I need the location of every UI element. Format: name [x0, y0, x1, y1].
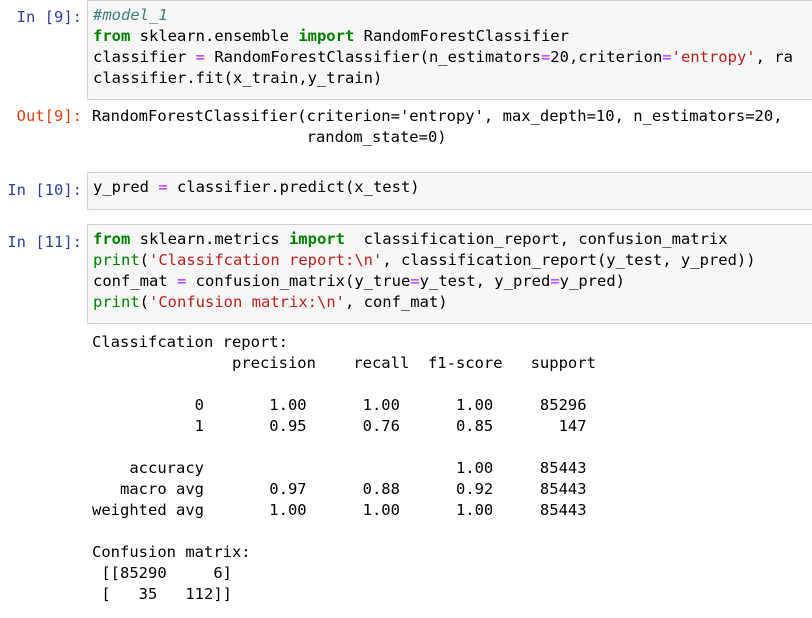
code-line: classifier.fit(x_train,y_train) [93, 69, 383, 87]
code-line: y_pred = classifier.predict(x_test) [93, 178, 420, 196]
code-cell-10[interactable]: y_pred = classifier.predict(x_test) [87, 172, 812, 210]
input-prompt-11: In [11]: [7, 233, 82, 251]
code-line: classifier = RandomForestClassifier(n_es… [93, 48, 793, 66]
code-editor-11[interactable]: from sklearn.metrics import classificati… [88, 225, 812, 313]
code-editor-10[interactable]: y_pred = classifier.predict(x_test) [88, 173, 812, 198]
code-line: from sklearn.metrics import classificati… [93, 230, 728, 248]
code-line: print('Confusion matrix:\n', conf_mat) [93, 293, 448, 311]
input-prompt-9: In [9]: [16, 8, 82, 26]
stdout-output-11: Classifcation report: precision recall f… [92, 333, 596, 603]
input-prompt-10: In [10]: [7, 181, 82, 199]
code-line: print('Classifcation report:\n', classif… [93, 251, 756, 269]
code-cell-9[interactable]: #model_1 from sklearn.ensemble import Ra… [87, 0, 812, 100]
code-cell-11[interactable]: from sklearn.metrics import classificati… [87, 224, 812, 324]
code-line: from sklearn.ensemble import RandomFores… [93, 27, 569, 45]
output-prompt-9: Out[9]: [16, 107, 82, 125]
notebook: In [9]: #model_1 from sklearn.ensemble i… [0, 0, 812, 618]
output-text-9: RandomForestClassifier(criterion='entrop… [92, 107, 783, 146]
code-editor-9[interactable]: #model_1 from sklearn.ensemble import Ra… [88, 1, 812, 89]
code-line: conf_mat = confusion_matrix(y_true=y_tes… [93, 272, 625, 290]
code-line: #model_1 [93, 6, 168, 24]
